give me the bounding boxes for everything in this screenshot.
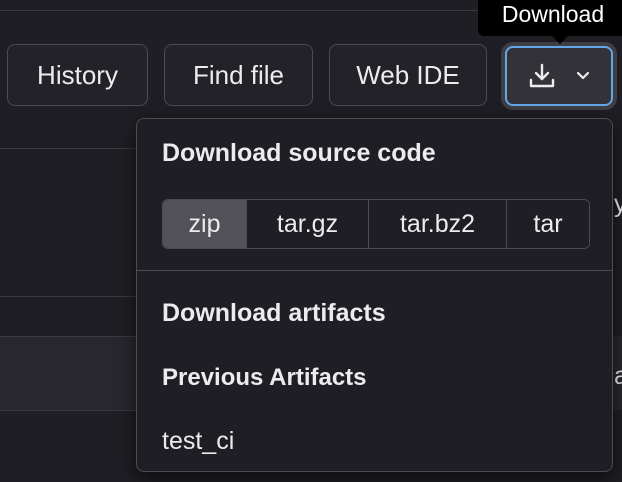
artifacts-heading: Download artifacts xyxy=(162,299,386,327)
find-file-button-label: Find file xyxy=(192,59,285,90)
background-divider xyxy=(0,296,136,297)
download-tooltip: Download xyxy=(478,0,622,36)
background-divider xyxy=(0,148,136,149)
format-zip-button[interactable]: zip xyxy=(163,200,247,248)
tooltip-arrow xyxy=(551,35,569,44)
background-text-fragment: y xyxy=(614,190,622,218)
download-button[interactable] xyxy=(505,46,613,106)
web-ide-button-label: Web IDE xyxy=(356,59,460,90)
source-code-heading: Download source code xyxy=(162,139,436,167)
download-icon xyxy=(527,61,557,91)
background-divider xyxy=(0,410,136,411)
previous-artifacts-heading: Previous Artifacts xyxy=(162,364,367,391)
history-button-label: History xyxy=(37,59,118,90)
format-tar-button[interactable]: tar xyxy=(507,200,589,248)
chevron-down-icon xyxy=(575,68,591,84)
background-text-fragment: a xyxy=(614,362,622,390)
format-tar-gz-button[interactable]: tar.gz xyxy=(247,200,369,248)
download-tooltip-text: Download xyxy=(501,0,605,27)
download-dropdown: Download source code zip tar.gz tar.bz2 … xyxy=(136,118,613,472)
artifact-item[interactable]: test_ci xyxy=(162,427,234,456)
history-button[interactable]: History xyxy=(7,44,148,106)
dropdown-divider xyxy=(137,270,612,271)
find-file-button[interactable]: Find file xyxy=(164,44,313,106)
background-panel xyxy=(0,336,136,410)
background-divider xyxy=(0,336,136,337)
web-ide-button[interactable]: Web IDE xyxy=(329,44,487,106)
format-button-group: zip tar.gz tar.bz2 tar xyxy=(162,199,590,249)
format-tar-bz2-button[interactable]: tar.bz2 xyxy=(369,200,507,248)
